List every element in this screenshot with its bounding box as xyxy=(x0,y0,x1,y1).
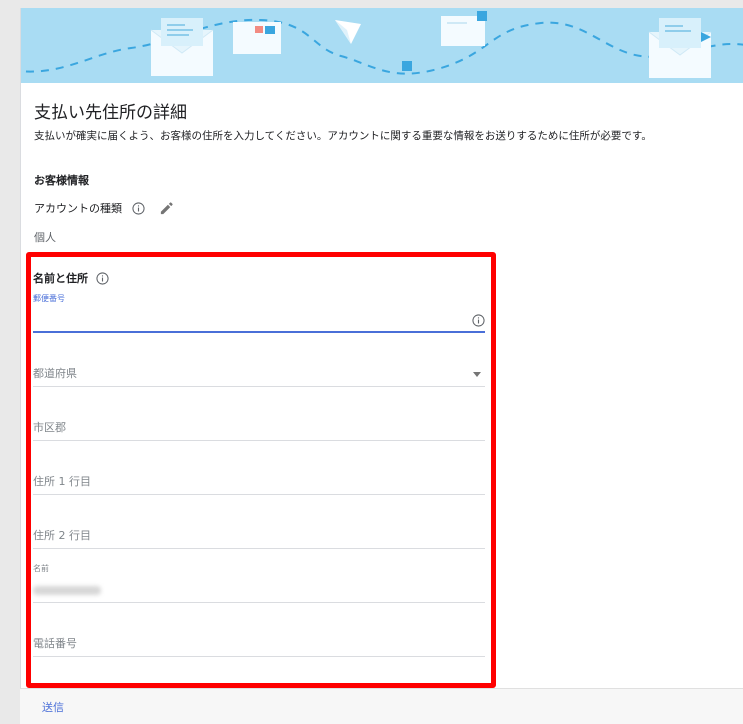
submit-button[interactable]: 送信 xyxy=(42,699,64,715)
prefecture-placeholder: 都道府県 xyxy=(33,367,77,380)
city-placeholder: 市区郡 xyxy=(33,421,66,434)
caret-down-icon[interactable] xyxy=(473,372,481,377)
phone-field[interactable]: 電話番号 xyxy=(33,617,485,657)
info-icon[interactable] xyxy=(96,271,109,285)
address-details-card: 支払い先住所の詳細 支払いが確実に届くよう、お客様の住所を入力してください。アカ… xyxy=(20,8,743,724)
pencil-icon[interactable] xyxy=(159,201,174,216)
address-line1-placeholder: 住所 1 行目 xyxy=(33,475,91,488)
account-type-row: アカウントの種類 xyxy=(34,198,174,218)
name-address-heading: 名前と住所 xyxy=(33,272,88,285)
name-field[interactable]: 名前 xyxy=(33,563,485,603)
prefecture-select[interactable]: 都道府県 xyxy=(33,347,485,387)
address-line2-field[interactable]: 住所 2 行目 xyxy=(33,509,485,549)
name-address-heading-row: 名前と住所 xyxy=(33,269,109,287)
page-subtitle: 支払いが確実に届くよう、お客様の住所を入力してください。アカウントに関する重要な… xyxy=(34,130,652,142)
input-underline xyxy=(33,440,485,441)
letter-icon xyxy=(441,11,487,46)
input-underline xyxy=(33,386,485,387)
info-icon[interactable] xyxy=(472,314,485,327)
city-field[interactable]: 市区郡 xyxy=(33,401,485,441)
postcard-icon xyxy=(233,22,281,54)
input-underline xyxy=(33,602,485,603)
paper-plane-icon xyxy=(335,20,361,44)
input-underline xyxy=(33,656,485,657)
postal-code-label: 郵便番号 xyxy=(33,294,65,303)
input-underline xyxy=(33,331,485,333)
envelope-icon xyxy=(648,18,712,78)
account-type-value: 個人 xyxy=(34,231,56,244)
footer-bar: 送信 xyxy=(20,688,743,724)
input-underline xyxy=(33,548,485,549)
banner-illustration xyxy=(21,11,743,78)
header-banner xyxy=(21,8,743,83)
address-line2-placeholder: 住所 2 行目 xyxy=(33,529,91,542)
postal-code-field[interactable]: 郵便番号 xyxy=(33,293,485,333)
input-underline xyxy=(33,494,485,495)
name-label: 名前 xyxy=(33,564,49,573)
phone-placeholder: 電話番号 xyxy=(33,637,77,650)
address-line1-field[interactable]: 住所 1 行目 xyxy=(33,455,485,495)
page-title: 支払い先住所の詳細 xyxy=(34,103,187,123)
envelope-icon xyxy=(150,18,214,76)
postal-code-input[interactable] xyxy=(33,311,453,329)
name-value-redacted xyxy=(33,586,101,595)
account-type-label: アカウントの種類 xyxy=(34,202,122,215)
info-icon[interactable] xyxy=(132,201,145,215)
square-icon xyxy=(402,61,412,71)
customer-info-heading: お客様情報 xyxy=(34,174,89,187)
